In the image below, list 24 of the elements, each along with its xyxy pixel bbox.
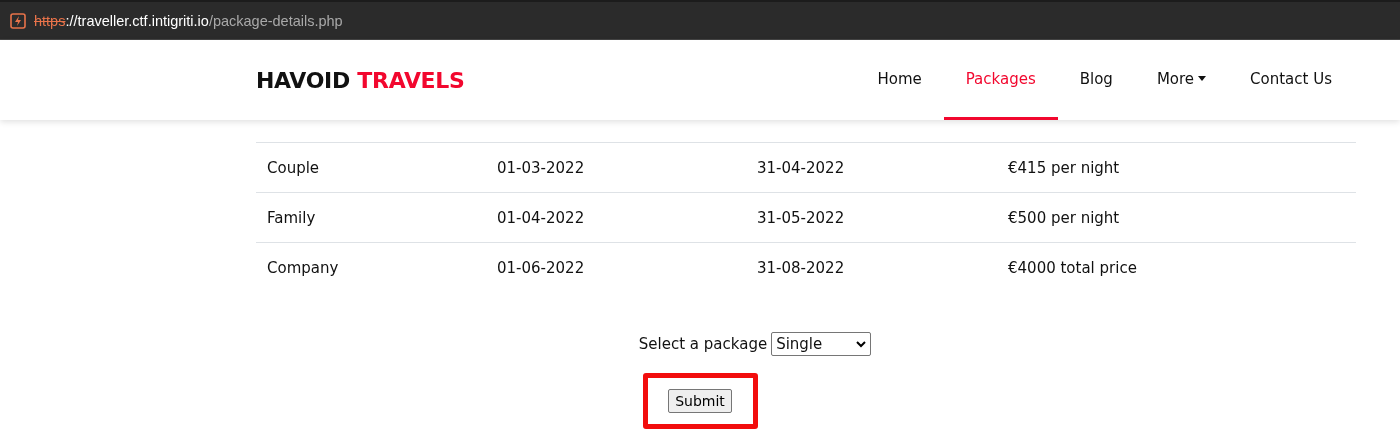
nav-link[interactable]: Contact Us bbox=[1228, 40, 1354, 120]
table-cell-text: 31-05-2022 bbox=[757, 208, 846, 227]
table-cell: €415 per night bbox=[1008, 158, 1120, 177]
table-cell-text: 01-06-2022 bbox=[497, 258, 586, 277]
nav-link[interactable]: Blog bbox=[1057, 40, 1135, 120]
package-dropdown[interactable]: Single bbox=[771, 332, 872, 356]
table-cell: €4000 total price bbox=[1008, 258, 1137, 277]
table-cell-text: Couple bbox=[267, 158, 321, 177]
table-cell-text: 31-08-2022 bbox=[757, 258, 846, 277]
chevron-down-icon bbox=[856, 340, 867, 348]
table-cell-text: 01-03-2022 bbox=[497, 158, 586, 177]
nav-link[interactable]: More bbox=[1134, 40, 1229, 120]
url-field[interactable]: https://traveller.ctf.intigriti.io/package-details.php bbox=[34, 12, 343, 29]
table-cell-text: 01-04-2022 bbox=[497, 208, 586, 227]
security-warning-icon[interactable] bbox=[10, 12, 26, 29]
nav-link[interactable]: Home bbox=[855, 40, 944, 120]
table-cell-text: Company bbox=[267, 258, 340, 277]
table-cell: €500 per night bbox=[1008, 208, 1120, 227]
select-label: Select a package bbox=[638, 335, 768, 353]
table-cell-text: 31-04-2022 bbox=[757, 158, 846, 177]
table-cell-text: Family bbox=[267, 208, 317, 227]
brand-logo[interactable]: HAVOID TRAVELS bbox=[256, 67, 465, 93]
submit-button[interactable]: Submit bbox=[668, 389, 732, 413]
nav-link[interactable]: Packages bbox=[943, 40, 1058, 120]
